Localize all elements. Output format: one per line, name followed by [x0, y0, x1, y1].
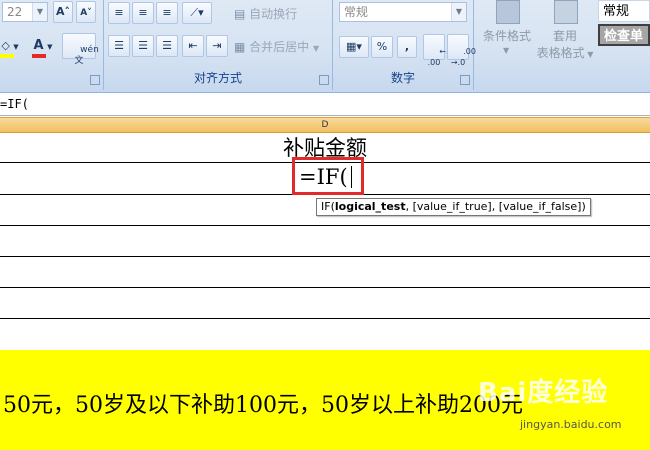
alignment-group-label: 对齐方式 [193, 71, 242, 85]
merge-center-icon: ▦ [234, 40, 246, 54]
row-gridline [0, 256, 650, 257]
text-cursor [351, 166, 352, 188]
number-group-label: 数字 [390, 71, 415, 85]
decrease-decimal-button[interactable]: .00 →.0 [447, 34, 476, 67]
phonetic-button[interactable]: wén 文 [62, 33, 99, 66]
fill-color-icon: ◇ [1, 39, 10, 52]
alignment-group: ≡ ≡ ≡ ⟋▾ ▤ 自动换行 ☰ ☰ ☰ ⇤ ⇥ ▦ 合并后居中 ▼ 对齐方式 [104, 0, 333, 90]
ribbon: 22 ▼ A˄ A˅ ◇ ▼ A ▼ wén 文 ≡ ≡ ≡ ⟋▾ ▤ 自动换行… [0, 0, 650, 93]
shrink-font-label: A˅ [80, 8, 92, 18]
cell-styles-gallery[interactable]: 常规 检查单 [598, 0, 650, 50]
orientation-icon: ⟋▾ [190, 6, 204, 19]
fill-color-button[interactable]: ◇ ▼ [0, 36, 24, 58]
align-center-button[interactable]: ☰ [132, 35, 154, 57]
format-as-table-label-1: 套用 [552, 29, 577, 43]
phonetic-label: wén 文 [74, 45, 99, 66]
watermark-url: jingyan.baidu.com [520, 418, 622, 431]
number-dialog-launcher[interactable] [460, 75, 470, 85]
wrap-text-icon: ▤ [234, 7, 246, 21]
merge-center-label: 合并后居中 [249, 40, 310, 54]
merge-center-button[interactable]: ▦ 合并后居中 ▼ [234, 38, 319, 55]
row-gridline [0, 287, 650, 288]
fill-color-swatch [0, 54, 14, 58]
formula-bar[interactable]: =IF( [0, 93, 650, 116]
align-left-button[interactable]: ☰ [108, 35, 130, 57]
font-color-swatch [32, 54, 46, 58]
align-top-button[interactable]: ≡ [108, 2, 130, 24]
format-as-table-label-2: 表格格式 ▼ [536, 46, 594, 60]
number-format-combo[interactable]: 常规 ▼ [339, 2, 467, 22]
wrap-text-button[interactable]: ▤ 自动换行 [234, 5, 297, 22]
conditional-format-icon [496, 0, 520, 24]
conditional-format-button[interactable]: 条件格式 ▼ [478, 0, 536, 62]
percent-label: % [376, 40, 388, 53]
font-size-combo[interactable]: 22 ▼ [2, 2, 48, 22]
watermark-brand: Bai度经验 [478, 378, 609, 408]
comma-label: , [404, 40, 410, 53]
decrease-indent-button[interactable]: ⇤ [182, 35, 204, 57]
format-as-table-icon [554, 0, 578, 24]
font-color-icon: A [33, 38, 44, 53]
formula-bar-content: =IF( [0, 97, 29, 111]
number-format-value: 常规 [344, 5, 369, 19]
column-header-d[interactable]: D [0, 117, 650, 133]
style-normal[interactable]: 常规 [598, 0, 650, 22]
comma-style-button[interactable]: , [397, 36, 417, 58]
tooltip-arg-logical-test[interactable]: logical_test [335, 200, 406, 213]
grow-font-label: A˄ [55, 5, 70, 18]
shrink-font-button[interactable]: A˅ [76, 1, 96, 23]
accounting-format-button[interactable]: ▦▾ [339, 36, 369, 58]
row-gridline [0, 225, 650, 226]
align-bottom-button[interactable]: ≡ [156, 2, 178, 24]
alignment-dialog-launcher[interactable] [319, 75, 329, 85]
font-group: 22 ▼ A˄ A˅ ◇ ▼ A ▼ wén 文 [0, 0, 104, 90]
chevron-down-icon[interactable]: ▼ [32, 3, 47, 21]
currency-icon: ▦▾ [346, 40, 362, 53]
tooltip-function: IF( [321, 200, 335, 213]
active-cell-formula: =IF( [299, 165, 348, 189]
percent-style-button[interactable]: % [371, 36, 393, 58]
number-group: 常规 ▼ ▦▾ % , ←.0 .00 .00 →.0 数字 [333, 0, 476, 90]
increase-indent-button[interactable]: ⇥ [206, 35, 228, 57]
subsidy-rule-note: 50元，50岁及以下补助100元，50岁以上补助200元 [3, 393, 523, 418]
conditional-format-label: 条件格式 [482, 29, 531, 43]
row-gridline [0, 318, 650, 319]
align-right-button[interactable]: ☰ [156, 35, 178, 57]
grow-font-button[interactable]: A˄ [53, 1, 73, 23]
font-size-value: 22 [7, 5, 23, 19]
align-middle-button[interactable]: ≡ [132, 2, 154, 24]
tooltip-remaining-args: , [value_if_true], [value_if_false]) [405, 200, 586, 213]
function-tooltip[interactable]: IF(logical_test, [value_if_true], [value… [316, 198, 591, 216]
chevron-down-icon[interactable]: ▼ [451, 3, 466, 21]
wrap-text-label: 自动换行 [249, 7, 298, 21]
style-check-cell[interactable]: 检查单 [598, 24, 650, 46]
increase-decimal-button[interactable]: ←.0 .00 [423, 34, 454, 67]
orientation-button[interactable]: ⟋▾ [182, 2, 212, 24]
format-as-table-button[interactable]: 套用 表格格式 ▼ [534, 0, 596, 62]
font-dialog-launcher[interactable] [90, 75, 100, 85]
decrease-decimal-label: .00 →.0 [450, 47, 476, 67]
font-color-button[interactable]: A ▼ [28, 36, 58, 58]
